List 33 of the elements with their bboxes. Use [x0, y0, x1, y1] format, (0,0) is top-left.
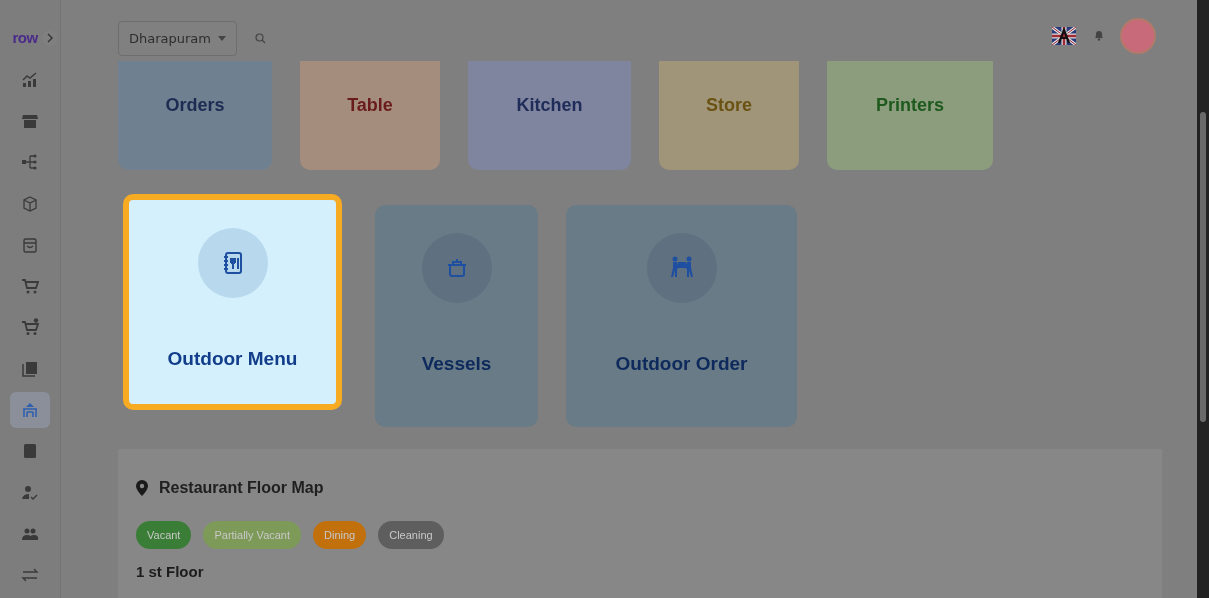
status-chip: Cleaning	[378, 521, 444, 549]
location-dropdown[interactable]: Dharapuram	[118, 21, 237, 56]
bag-icon	[21, 235, 39, 254]
box-icon	[21, 194, 39, 213]
person-check-icon	[21, 483, 39, 502]
cart-icon	[21, 277, 39, 296]
section-title: Restaurant Floor Map	[159, 479, 324, 497]
table-icon	[21, 400, 39, 419]
module-card[interactable]: Orders	[118, 61, 272, 170]
hierarchy-icon	[21, 153, 39, 172]
sidebar-item[interactable]	[10, 391, 50, 429]
location-pin-icon	[136, 480, 148, 496]
documents-icon	[21, 359, 39, 378]
search-icon[interactable]	[255, 33, 266, 44]
status-chip: Vacant	[136, 521, 192, 549]
floor-label: 1 st Floor	[136, 563, 205, 580]
scrollbar[interactable]	[1197, 0, 1209, 598]
status-chip: Partially Vacant	[203, 521, 302, 549]
logo: row	[12, 29, 38, 47]
module-card[interactable]: Store	[659, 61, 799, 170]
caret-icon	[218, 36, 226, 41]
notification-bell-icon[interactable]	[1094, 30, 1104, 41]
action-card[interactable]: Outdoor Order	[566, 205, 797, 427]
cart-icon	[21, 318, 39, 337]
chart-icon	[21, 70, 39, 89]
module-card[interactable]: Table	[300, 61, 440, 170]
language-flag-icon[interactable]	[1052, 26, 1076, 45]
action-card[interactable]: Outdoor Menu	[123, 194, 342, 410]
module-card[interactable]: Printers	[827, 61, 993, 170]
chevron-right-icon	[45, 32, 54, 43]
module-card[interactable]: Kitchen	[468, 61, 631, 170]
status-chip: Dining	[313, 521, 367, 549]
action-card[interactable]: Vessels	[375, 205, 538, 427]
